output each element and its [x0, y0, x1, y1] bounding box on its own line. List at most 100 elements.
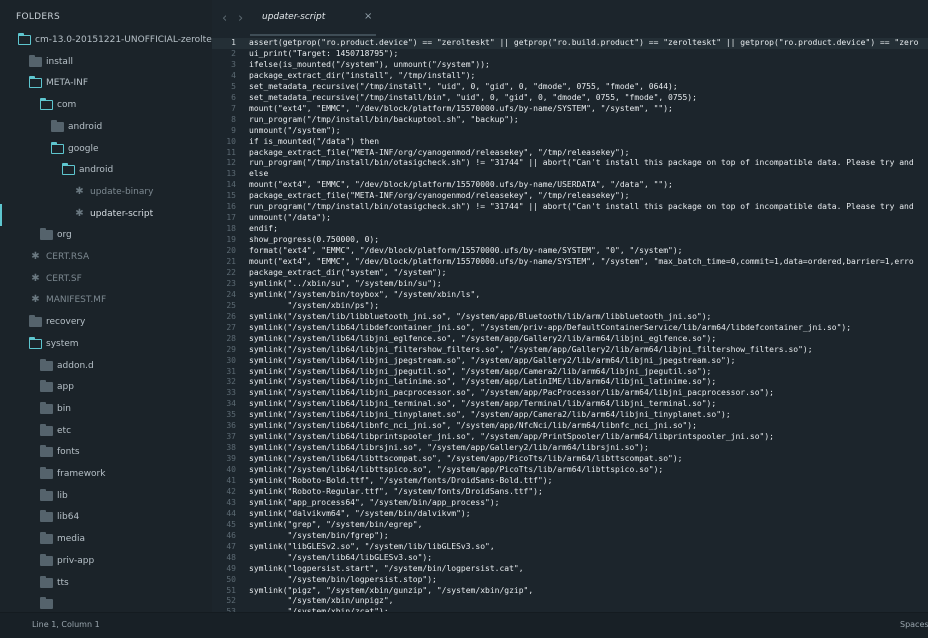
- code-line[interactable]: set_metadata_recursive("/tmp/install", "…: [249, 82, 678, 93]
- file-icon: ✱: [31, 294, 40, 306]
- code-line[interactable]: "/system/xbin/unpigz",: [249, 596, 394, 607]
- folder-item[interactable]: cm-13.0-20151221-UNOFFICIAL-zeroltexx: [0, 30, 212, 52]
- code-line[interactable]: symlink("libGLESv2.so", "/system/lib/lib…: [249, 542, 495, 553]
- code-line[interactable]: if is_mounted("/data") then: [249, 137, 379, 148]
- code-line[interactable]: package_extract_dir("install", "/tmp/ins…: [249, 71, 475, 82]
- line-number: 9: [231, 125, 236, 135]
- file-item[interactable]: ✱ MANIFEST.MF: [0, 290, 212, 312]
- file-item[interactable]: ✱ CERT.SF: [0, 269, 212, 291]
- indentation-setting[interactable]: Spaces: 4: [900, 620, 928, 629]
- code-line[interactable]: package_extract_file("META-INF/org/cyano…: [249, 148, 630, 159]
- folder-item[interactable]: etc: [0, 421, 212, 443]
- code-line[interactable]: mount("ext4", "EMMC", "/dev/block/platfo…: [249, 257, 914, 268]
- code-line[interactable]: format("ext4", "EMMC", "/dev/block/platf…: [249, 246, 682, 257]
- code-line[interactable]: run_program("/tmp/install/bin/otasigchec…: [249, 202, 914, 213]
- code-line[interactable]: symlink("logpersist.start", "/system/bin…: [249, 564, 524, 575]
- tree-item-label: CERT.RSA: [46, 252, 90, 262]
- code-line[interactable]: symlink("/system/lib64/libjni_jpegstream…: [249, 356, 735, 367]
- code-line[interactable]: symlink("Roboto-Bold.ttf", "/system/font…: [249, 476, 552, 487]
- folder-item[interactable]: org: [0, 225, 212, 247]
- file-item[interactable]: ✱ CERT.RSA: [0, 247, 212, 269]
- back-arrow-icon[interactable]: ‹: [222, 11, 227, 26]
- code-line[interactable]: symlink("/system/lib/libbluetooth_jni.so…: [249, 312, 711, 323]
- code-line[interactable]: symlink("/system/lib64/libjni_terminal.s…: [249, 399, 716, 410]
- close-icon[interactable]: ×: [364, 11, 372, 22]
- folder-item[interactable]: bin: [0, 399, 212, 421]
- code-line[interactable]: symlink("Roboto-Regular.ttf", "/system/f…: [249, 487, 543, 498]
- code-line[interactable]: unmount("/data");: [249, 213, 331, 224]
- folder-item[interactable]: recovery: [0, 312, 212, 334]
- code-line[interactable]: symlink("/system/lib64/libttscompat.so",…: [249, 454, 682, 465]
- file-item[interactable]: ✱ update-binary: [0, 182, 212, 204]
- code-line[interactable]: symlink("app_process64", "/system/bin/ap…: [249, 498, 499, 509]
- forward-arrow-icon[interactable]: ›: [238, 11, 243, 26]
- code-line[interactable]: "/system/lib64/libGLESv3.so");: [249, 553, 433, 564]
- code-line[interactable]: symlink("/system/lib64/libjni_pacprocess…: [249, 388, 774, 399]
- code-line[interactable]: symlink("/system/lib64/librsjni.so", "/s…: [249, 443, 649, 454]
- folder-item[interactable]: addon.d: [0, 356, 212, 378]
- code-line[interactable]: symlink("/system/lib64/libjni_eglfence.s…: [249, 334, 716, 345]
- code-line[interactable]: "/system/xbin/ps");: [249, 301, 380, 312]
- code-line[interactable]: symlink("/system/lib64/libjni_tinyplanet…: [249, 410, 731, 421]
- code-line[interactable]: symlink("dalvikvm64", "/system/bin/dalvi…: [249, 509, 471, 520]
- code-line[interactable]: endif;: [249, 224, 278, 235]
- code-line[interactable]: mount("ext4", "EMMC", "/dev/block/platfo…: [249, 104, 673, 115]
- folder-item[interactable]: lib64: [0, 507, 212, 529]
- code-line[interactable]: run_program("/tmp/install/bin/otasigchec…: [249, 158, 914, 169]
- folder-item[interactable]: android: [0, 160, 212, 182]
- folder-item[interactable]: app: [0, 377, 212, 399]
- tab-updater-script[interactable]: updater-script ×: [250, 0, 382, 36]
- code-line[interactable]: assert(getprop("ro.product.device") == "…: [249, 38, 918, 49]
- code-editor[interactable]: 1 2 3 4 5 6 7 8 9 10 11 12 13 14 15 16 17 18 19 20 21 22 23 24 2…: [212, 36, 928, 612]
- code-line[interactable]: symlink("/system/lib64/libjni_filtershow…: [249, 345, 813, 356]
- code-line[interactable]: "/system/bin/logpersist.stop");: [249, 575, 437, 586]
- folder-item[interactable]: install: [0, 52, 212, 74]
- code-line[interactable]: symlink("../xbin/su", "/system/bin/su");: [249, 279, 442, 290]
- code-line[interactable]: symlink("grep", "/system/bin/egrep",: [249, 520, 422, 531]
- tree-item-label: framework: [57, 469, 106, 479]
- code-line[interactable]: package_extract_dir("system", "/system")…: [249, 268, 446, 279]
- code-line[interactable]: symlink("/system/bin/toybox", "/system/x…: [249, 290, 480, 301]
- folder-icon: [40, 510, 53, 523]
- code-line[interactable]: symlink("/system/lib64/libjni_latinime.s…: [249, 377, 716, 388]
- code-line[interactable]: mount("ext4", "EMMC", "/dev/block/platfo…: [249, 180, 673, 191]
- tree-item-label: update-binary: [90, 186, 154, 197]
- code-line[interactable]: "/system/bin/fgrep");: [249, 531, 389, 542]
- folder-item[interactable]: fonts: [0, 442, 212, 464]
- line-number: 50: [226, 574, 236, 584]
- code-line[interactable]: symlink("/system/lib64/libjni_jpegutil.s…: [249, 367, 711, 378]
- folder-item[interactable]: system: [0, 334, 212, 356]
- code-line[interactable]: else: [249, 169, 268, 180]
- code-line[interactable]: set_metadata_recursive("/tmp/install/bin…: [249, 93, 697, 104]
- line-number: 19: [226, 235, 236, 245]
- code-line[interactable]: package_extract_file("META-INF/org/cyano…: [249, 191, 630, 202]
- code-line[interactable]: symlink("/system/lib64/libprintspooler_j…: [249, 432, 774, 443]
- file-item[interactable]: ✱ updater-script: [0, 203, 212, 226]
- folder-icon: [40, 532, 53, 545]
- folder-item[interactable]: android: [0, 117, 212, 139]
- line-number: 20: [226, 246, 236, 256]
- code-line[interactable]: symlink("/system/lib64/libttspico.so", "…: [249, 465, 663, 476]
- folder-icon: [40, 575, 53, 588]
- folder-item[interactable]: tts: [0, 573, 212, 595]
- code-line[interactable]: symlink("pigz", "/system/xbin/gunzip", "…: [249, 586, 533, 597]
- code-line[interactable]: symlink("/system/lib64/libnfc_nci_jni.so…: [249, 421, 697, 432]
- line-number: 24: [226, 289, 236, 299]
- folder-item[interactable]: [0, 594, 212, 612]
- folder-item[interactable]: media: [0, 529, 212, 551]
- code-line[interactable]: show_progress(0.750000, 0);: [249, 235, 379, 246]
- folder-item[interactable]: com: [0, 95, 212, 117]
- code-line[interactable]: run_program("/tmp/install/bin/backuptool…: [249, 115, 519, 126]
- code-line[interactable]: unmount("/system");: [249, 126, 341, 137]
- line-number: 32: [226, 377, 236, 387]
- code-line[interactable]: symlink("/system/lib64/libdefcontainer_j…: [249, 323, 851, 334]
- folder-item[interactable]: priv-app: [0, 551, 212, 573]
- folder-item[interactable]: META-INF: [0, 73, 212, 95]
- folder-item[interactable]: lib: [0, 486, 212, 508]
- tree-item-label: addon.d: [57, 360, 94, 371]
- line-number: 51: [226, 585, 236, 595]
- code-line[interactable]: ui_print("Target: 1450718795");: [249, 49, 398, 60]
- code-line[interactable]: ifelse(is_mounted("/system"), unmount("/…: [249, 60, 490, 71]
- folder-item[interactable]: framework: [0, 464, 212, 486]
- folder-item[interactable]: google: [0, 139, 212, 161]
